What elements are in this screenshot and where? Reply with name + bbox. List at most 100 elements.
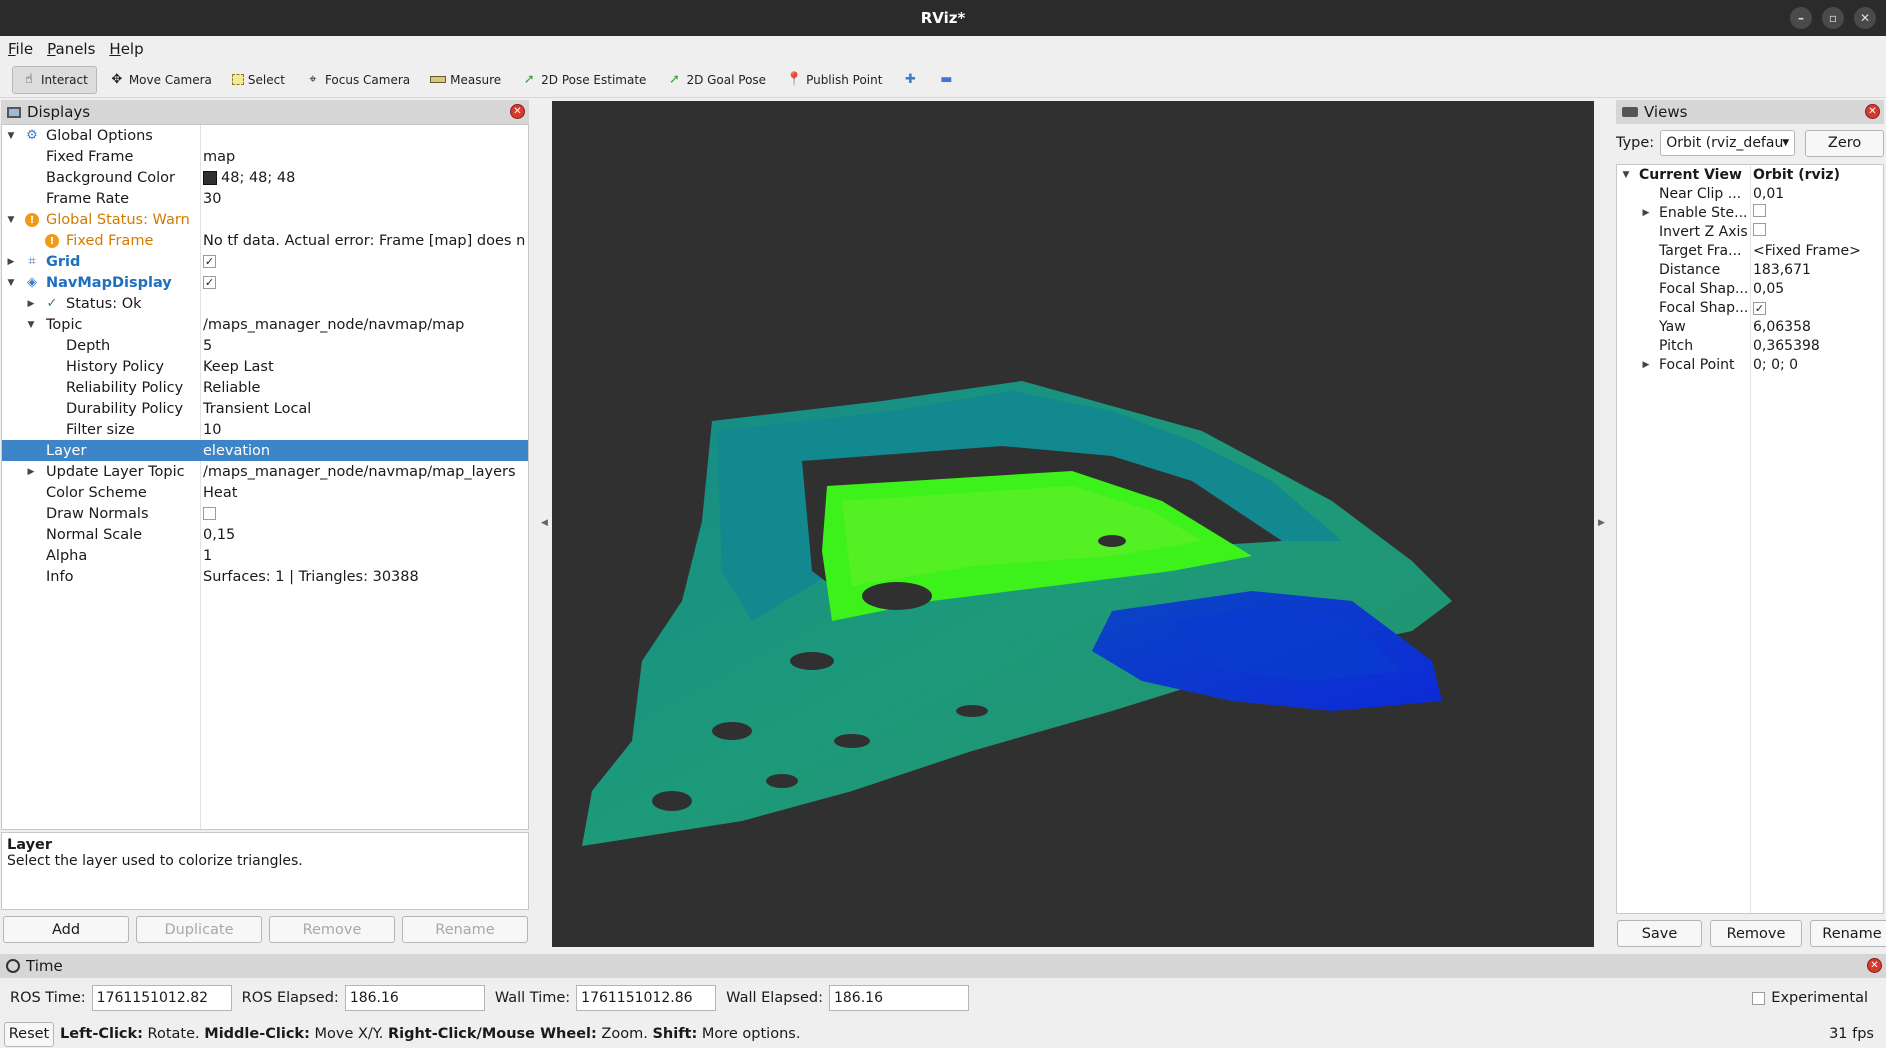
zero-button[interactable]: Zero [1805, 129, 1884, 157]
view-row-invert-z[interactable]: Invert Z Axis [1617, 222, 1883, 241]
view-row-target-frame[interactable]: Target Fra... <Fixed Frame> [1617, 241, 1883, 260]
view-row-focal-shape-fixed[interactable]: Focal Shap... ✓ [1617, 298, 1883, 317]
tree-row-normal-scale[interactable]: Normal Scale 0,15 [2, 524, 528, 545]
tree-row-durability-policy[interactable]: Durability Policy Transient Local [2, 398, 528, 419]
menu-panels[interactable]: Panels [47, 40, 95, 58]
tree-row-navmapdisplay[interactable]: ▼ ◈ NavMapDisplay ✓ [2, 272, 528, 293]
rename-view-button[interactable]: Rename [1810, 920, 1886, 947]
close-panel-icon[interactable]: ✕ [510, 104, 525, 119]
save-view-button[interactable]: Save [1617, 920, 1702, 947]
duplicate-button[interactable]: Duplicate [136, 916, 262, 943]
view-row-enable-stereo[interactable]: ▶ Enable Ste... [1617, 203, 1883, 222]
minimize-icon[interactable]: – [1790, 7, 1812, 29]
tree-row-update-layer-topic[interactable]: ▶ Update Layer Topic /maps_manager_node/… [2, 461, 528, 482]
tree-row-global-status[interactable]: ▼ ! Global Status: Warn [2, 209, 528, 230]
maximize-icon[interactable]: ▫ [1822, 7, 1844, 29]
collapse-arrow-icon[interactable]: ▶ [26, 467, 36, 477]
focal-shape-checkbox[interactable]: ✓ [1753, 301, 1766, 315]
tree-row-layer[interactable]: Layer elevation [2, 440, 528, 461]
tree-row-fixed-frame-status[interactable]: ! Fixed Frame No tf data. Actual error: … [2, 230, 528, 251]
tree-row-grid[interactable]: ▶ ⌗ Grid ✓ [2, 251, 528, 272]
ros-elapsed-field[interactable]: 186.16 [344, 985, 485, 1011]
tool-move-camera[interactable]: ✥ Move Camera [101, 66, 220, 94]
menu-help[interactable]: Help [109, 40, 143, 58]
tree-row-fixed-frame[interactable]: Fixed Frame map [2, 146, 528, 167]
row-value[interactable]: map [203, 146, 525, 167]
draw-normals-checkbox[interactable] [203, 507, 216, 520]
tree-row-color-scheme[interactable]: Color Scheme Heat [2, 482, 528, 503]
tree-row-draw-normals[interactable]: Draw Normals [2, 503, 528, 524]
row-value[interactable]: 0,05 [1753, 281, 1784, 297]
row-value[interactable]: 0,01 [1753, 186, 1784, 202]
expand-arrow-icon[interactable]: ▼ [6, 278, 16, 288]
tree-row-topic[interactable]: ▼ Topic /maps_manager_node/navmap/map [2, 314, 528, 335]
tree-row-global-options[interactable]: ▼ ⚙ Global Options [2, 125, 528, 146]
tree-row-info[interactable]: Info Surfaces: 1 | Triangles: 30388 [2, 566, 528, 587]
rename-button[interactable]: Rename [402, 916, 528, 943]
grid-checkbox[interactable]: ✓ [203, 255, 216, 268]
collapse-arrow-icon[interactable]: ▶ [1641, 208, 1651, 218]
ros-time-field[interactable]: 1761151012.82 [91, 985, 232, 1011]
row-value[interactable]: Reliable [203, 377, 525, 398]
expand-arrow-icon[interactable]: ▼ [6, 215, 16, 225]
expand-arrow-icon[interactable]: ▼ [6, 131, 16, 141]
tool-publish-point[interactable]: 📍 Publish Point [778, 66, 890, 94]
expand-arrow-icon[interactable]: ▼ [26, 320, 36, 330]
view-row-pitch[interactable]: Pitch 0,365398 [1617, 336, 1883, 355]
row-value[interactable]: 30 [203, 188, 525, 209]
view-row-focal-shape-size[interactable]: Focal Shap... 0,05 [1617, 279, 1883, 298]
view-row-distance[interactable]: Distance 183,671 [1617, 260, 1883, 279]
row-value[interactable]: 48; 48; 48 [203, 167, 525, 188]
tree-row-reliability-policy[interactable]: Reliability Policy Reliable [2, 377, 528, 398]
tool-measure[interactable]: Measure [422, 66, 509, 94]
row-value[interactable]: 5 [203, 335, 525, 356]
expand-arrow-icon[interactable]: ▼ [1621, 170, 1631, 180]
view-row-near-clip[interactable]: Near Clip ... 0,01 [1617, 184, 1883, 203]
view-row-yaw[interactable]: Yaw 6,06358 [1617, 317, 1883, 336]
row-value[interactable]: 183,671 [1753, 262, 1811, 278]
row-value[interactable]: 0,15 [203, 524, 525, 545]
close-icon[interactable]: ✕ [1854, 7, 1876, 29]
collapse-right-panel-icon[interactable]: ▶ [1598, 518, 1605, 528]
row-value[interactable]: 0; 0; 0 [1753, 357, 1798, 373]
row-value[interactable]: <Fixed Frame> [1753, 243, 1861, 259]
invert-z-checkbox[interactable] [1753, 223, 1766, 236]
row-value[interactable]: 0,365398 [1753, 338, 1820, 354]
tool-select[interactable]: Select [224, 66, 293, 94]
tool-interact[interactable]: ☝ Interact [12, 65, 97, 94]
tool-focus-camera[interactable]: ⌖ Focus Camera [297, 66, 418, 94]
collapse-arrow-icon[interactable]: ▶ [6, 257, 16, 267]
row-value[interactable]: Heat [203, 482, 525, 503]
remove-view-button[interactable]: Remove [1710, 920, 1802, 947]
3d-viewport[interactable] [552, 101, 1594, 947]
view-row-current[interactable]: ▼ Current View Orbit (rviz) [1617, 165, 1883, 184]
enable-stereo-checkbox[interactable] [1753, 204, 1766, 217]
row-value[interactable]: Keep Last [203, 356, 525, 377]
row-value[interactable]: 10 [203, 419, 525, 440]
experimental-option[interactable]: Experimental [1752, 990, 1868, 1006]
collapse-arrow-icon[interactable]: ▶ [26, 299, 36, 309]
close-panel-icon[interactable]: ✕ [1867, 958, 1882, 973]
tree-row-filter-size[interactable]: Filter size 10 [2, 419, 528, 440]
tree-row-status-ok[interactable]: ▶ ✓ Status: Ok [2, 293, 528, 314]
wall-elapsed-field[interactable]: 186.16 [828, 985, 969, 1011]
reset-button[interactable]: Reset [4, 1021, 54, 1047]
menu-file[interactable]: File [8, 40, 33, 58]
tree-row-frame-rate[interactable]: Frame Rate 30 [2, 188, 528, 209]
tree-row-history-policy[interactable]: History Policy Keep Last [2, 356, 528, 377]
tool-2d-pose-estimate[interactable]: ➚ 2D Pose Estimate [513, 66, 654, 94]
tool-2d-goal-pose[interactable]: ➚ 2D Goal Pose [658, 66, 774, 94]
collapse-left-panel-icon[interactable]: ◀ [541, 518, 548, 528]
collapse-arrow-icon[interactable]: ▶ [1641, 360, 1651, 370]
remove-button[interactable]: Remove [269, 916, 395, 943]
wall-time-field[interactable]: 1761151012.86 [576, 985, 717, 1011]
row-value[interactable]: /maps_manager_node/navmap/map [203, 314, 525, 335]
close-panel-icon[interactable]: ✕ [1865, 104, 1880, 119]
tree-row-background-color[interactable]: Background Color 48; 48; 48 [2, 167, 528, 188]
view-type-select[interactable]: Orbit (rviz_defau ▼ [1660, 130, 1796, 156]
tree-row-depth[interactable]: Depth 5 [2, 335, 528, 356]
experimental-checkbox[interactable] [1752, 991, 1766, 1005]
remove-tool-button[interactable]: ▬ [930, 66, 962, 94]
row-value[interactable]: 6,06358 [1753, 319, 1811, 335]
row-value[interactable]: /maps_manager_node/navmap/map_layers [203, 461, 525, 482]
